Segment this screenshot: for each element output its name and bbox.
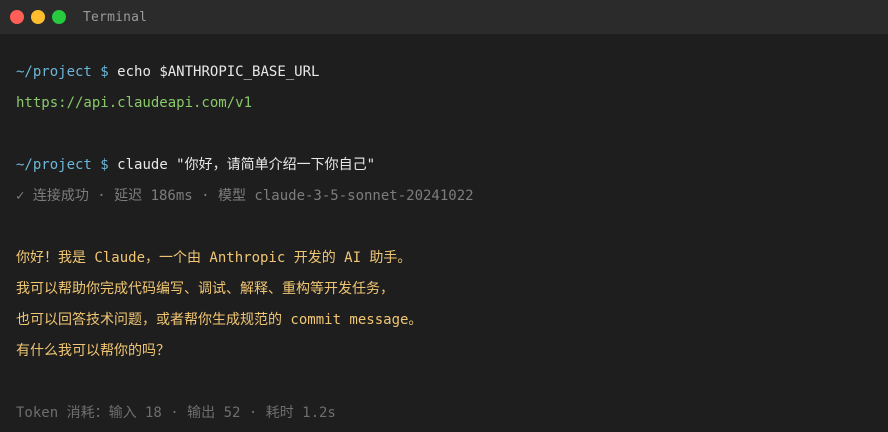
- url-output: https://api.claudeapi.com/v1: [16, 95, 253, 111]
- prompt-path: ~/project: [16, 157, 92, 173]
- reply-line-1: 你好！我是 Claude，一个由 Anthropic 开发的 AI 助手。: [16, 250, 412, 266]
- command-text: echo $ANTHROPIC_BASE_URL: [117, 64, 320, 80]
- close-button[interactable]: [10, 10, 24, 24]
- window-title: Terminal: [83, 9, 148, 25]
- prompt-symbol: $: [100, 64, 109, 80]
- reply-line-2: 我可以帮助你完成代码编写、调试、解释、重构等开发任务，: [16, 281, 394, 297]
- reply-line-3: 也可以回答技术问题，或者帮你生成规范的 commit message。: [16, 312, 423, 328]
- terminal-output[interactable]: ~/project $ echo $ANTHROPIC_BASE_URL htt…: [0, 34, 888, 429]
- token-usage: Token 消耗：输入 18 · 输出 52 · 耗时 1.2s: [16, 405, 336, 421]
- command-line-1: ~/project $ echo $ANTHROPIC_BASE_URL: [16, 57, 888, 88]
- reply-line-4: 有什么我可以帮你的吗？: [16, 343, 170, 359]
- minimize-button[interactable]: [31, 10, 45, 24]
- command-line-2: ~/project $ claude "你好，请简单介绍一下你自己": [16, 150, 888, 181]
- connection-status: ✓ 连接成功 · 延迟 186ms · 模型 claude-3-5-sonnet…: [16, 188, 474, 204]
- maximize-button[interactable]: [52, 10, 66, 24]
- prompt-symbol: $: [100, 157, 109, 173]
- prompt-path: ~/project: [16, 64, 92, 80]
- title-bar[interactable]: Terminal: [0, 0, 888, 34]
- command-text: claude "你好，请简单介绍一下你自己": [117, 157, 376, 173]
- terminal-window: Terminal ~/project $ echo $ANTHROPIC_BAS…: [0, 0, 888, 432]
